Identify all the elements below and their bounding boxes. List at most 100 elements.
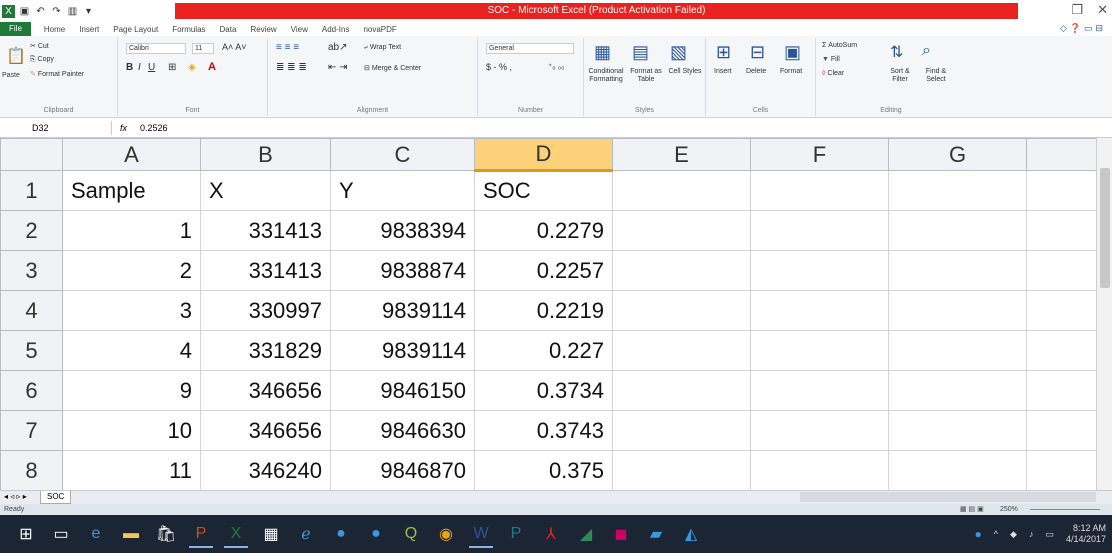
powerpoint-icon[interactable]: P — [185, 520, 217, 548]
format-cells-icon[interactable]: ▣ — [784, 42, 801, 63]
tab-data[interactable]: Data — [213, 25, 244, 34]
cell-d[interactable]: 0.2257 — [474, 250, 613, 291]
cell-g[interactable] — [888, 370, 1027, 411]
cell-h[interactable] — [1026, 170, 1097, 211]
column-header-c[interactable]: C — [330, 138, 475, 171]
conditional-formatting-button[interactable]: Conditional Formatting — [586, 68, 626, 84]
cell-f[interactable] — [750, 170, 889, 211]
cell-g[interactable] — [888, 290, 1027, 331]
fill-button[interactable]: ▼ Fill — [822, 56, 840, 63]
cell-e[interactable] — [612, 410, 751, 451]
cell-b[interactable]: 346240 — [200, 450, 331, 491]
cell-e[interactable] — [612, 450, 751, 491]
store-icon[interactable]: 🛍 — [150, 520, 182, 548]
cell-e[interactable] — [612, 330, 751, 371]
maps-icon[interactable]: ◢ — [570, 520, 602, 548]
sort-filter-button[interactable]: Sort & Filter — [882, 68, 918, 84]
cell-f[interactable] — [750, 250, 889, 291]
grow-font-icon[interactable]: A˄ A˅ — [222, 42, 247, 52]
cell-a[interactable]: 10 — [62, 410, 201, 451]
cell-f[interactable] — [750, 450, 889, 491]
row-header[interactable]: 3 — [0, 250, 63, 291]
horizontal-scrollbar[interactable] — [800, 492, 1096, 502]
chart-icon[interactable]: ▥ — [66, 5, 79, 18]
cell-c[interactable]: 9846630 — [330, 410, 475, 451]
cell-h[interactable] — [1026, 450, 1097, 491]
calculator-icon[interactable]: ▦ — [255, 520, 287, 548]
wrap-text-button[interactable]: ⤶ Wrap Text — [364, 44, 401, 52]
vertical-scrollbar[interactable] — [1096, 138, 1112, 490]
insert-button[interactable]: Insert — [714, 68, 732, 75]
cell-c[interactable]: 9838874 — [330, 250, 475, 291]
underline-icon[interactable]: U — [148, 62, 155, 73]
format-table-icon[interactable]: ▤ — [632, 42, 649, 63]
cell-styles-icon[interactable]: ▧ — [670, 42, 687, 63]
arcgis-icon[interactable]: ◭ — [675, 520, 707, 548]
insert-cells-icon[interactable]: ⊞ — [716, 42, 731, 63]
chrome-icon[interactable]: ◉ — [430, 520, 462, 548]
cell-c[interactable]: 9846870 — [330, 450, 475, 491]
close-icon[interactable]: ✕ — [1097, 2, 1108, 18]
cell-g[interactable] — [888, 210, 1027, 251]
find-select-button[interactable]: Find & Select — [916, 68, 956, 84]
cut-button[interactable]: ✂ Cut — [30, 42, 49, 50]
cell-h[interactable] — [1026, 410, 1097, 451]
edge-icon[interactable]: e — [80, 520, 112, 548]
tab-view[interactable]: View — [284, 25, 315, 34]
row-header[interactable]: 5 — [0, 330, 63, 371]
number-format-select[interactable]: General — [486, 43, 574, 54]
cell-f[interactable] — [750, 410, 889, 451]
task-view-icon[interactable]: ▭ — [45, 520, 77, 548]
cell-f[interactable] — [750, 210, 889, 251]
media-icon[interactable]: ◼ — [605, 520, 637, 548]
column-header-g[interactable]: G — [888, 138, 1027, 171]
font-color-icon[interactable]: A — [208, 61, 216, 73]
excel-icon[interactable]: X — [220, 520, 252, 548]
scroll-thumb[interactable] — [1100, 168, 1110, 288]
tab-review[interactable]: Review — [243, 25, 283, 34]
cell-a[interactable]: Sample — [62, 170, 201, 211]
cell-d[interactable]: 0.3734 — [474, 370, 613, 411]
qgis-icon[interactable]: Q — [395, 520, 427, 548]
tab-file[interactable]: File — [0, 22, 31, 36]
file-explorer-icon[interactable]: ▬ — [115, 520, 147, 548]
formula-input[interactable]: 0.2526 — [140, 121, 168, 135]
format-button[interactable]: Format — [780, 68, 802, 75]
bold-icon[interactable]: B — [126, 62, 133, 73]
publisher-icon[interactable]: P — [500, 520, 532, 548]
row-header[interactable]: 7 — [0, 410, 63, 451]
cell-b[interactable]: 346656 — [200, 410, 331, 451]
cell-h[interactable] — [1026, 370, 1097, 411]
cell-c[interactable]: 9839114 — [330, 290, 475, 331]
select-all-corner[interactable] — [0, 138, 63, 171]
clock[interactable]: 8:12 AM 4/14/2017 — [1066, 523, 1106, 545]
cell-b[interactable]: 331413 — [200, 250, 331, 291]
cell-b[interactable]: 331829 — [200, 330, 331, 371]
sheet-tab-soc[interactable]: SOC — [40, 491, 72, 504]
cell-g[interactable] — [888, 450, 1027, 491]
cell-a[interactable]: 2 — [62, 250, 201, 291]
cell-styles-button[interactable]: Cell Styles — [666, 68, 704, 76]
font-name-select[interactable]: Calibri — [126, 43, 186, 54]
app-icon[interactable]: ● — [360, 520, 392, 548]
cell-b[interactable]: X — [200, 170, 331, 211]
cell-h[interactable] — [1026, 250, 1097, 291]
sort-filter-icon[interactable]: ⇅ — [890, 42, 903, 62]
tab-home[interactable]: Home — [37, 25, 72, 34]
column-header-d[interactable]: D — [474, 138, 613, 172]
delete-button[interactable]: Delete — [746, 68, 766, 75]
column-header-h[interactable] — [1026, 138, 1097, 171]
orientation-icon[interactable]: ab↗ — [328, 42, 348, 53]
paste-icon[interactable]: 📋 — [6, 46, 26, 66]
delete-cells-icon[interactable]: ⊟ — [750, 42, 765, 63]
ie-icon[interactable]: ℯ — [290, 520, 322, 548]
format-as-table-button[interactable]: Format as Table — [626, 68, 666, 84]
conditional-formatting-icon[interactable]: ▦ — [594, 42, 611, 63]
cell-c[interactable]: Y — [330, 170, 475, 211]
globe-icon[interactable]: ● — [325, 520, 357, 548]
cell-b[interactable]: 331413 — [200, 210, 331, 251]
dropdown-icon[interactable]: ▾ — [82, 5, 95, 18]
border-icon[interactable]: ⊞ — [168, 62, 176, 73]
autosum-button[interactable]: Σ AutoSum — [822, 42, 857, 49]
fx-icon[interactable]: fx — [120, 121, 127, 135]
